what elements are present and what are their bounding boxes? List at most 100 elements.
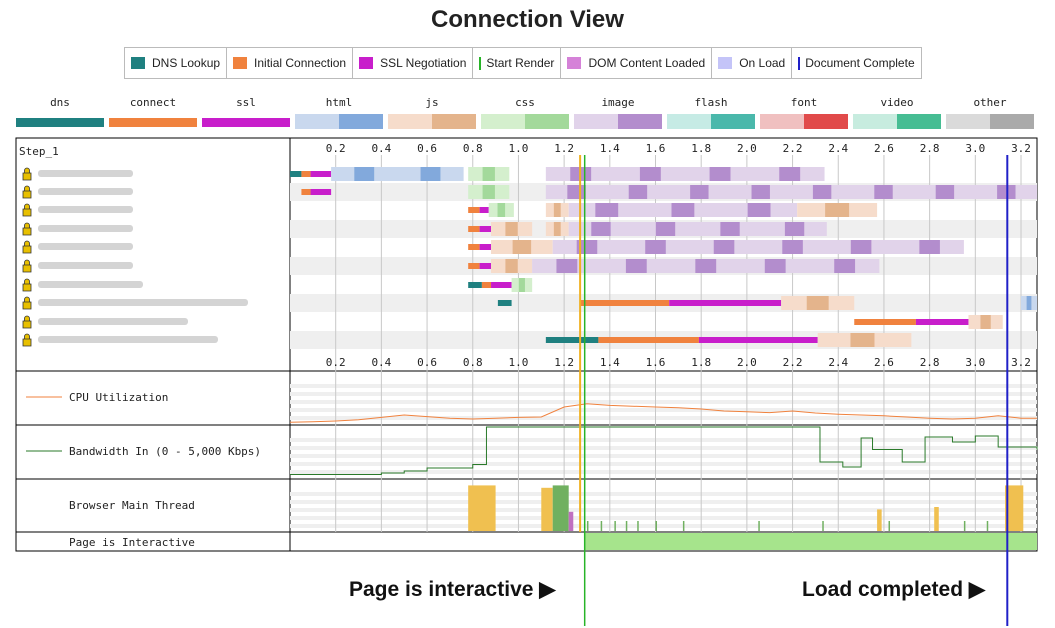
main-thread-bar [568, 511, 574, 531]
x-tick-bottom: 0.8 [463, 356, 483, 369]
bar-dns [468, 282, 482, 288]
main-thread-tick [655, 521, 658, 531]
x-tick-top: 1.2 [554, 142, 574, 155]
cpu-stripe [290, 400, 1037, 404]
bar-ssl [479, 226, 492, 232]
cpu-stripe [290, 384, 1037, 388]
lock-icon [22, 259, 32, 273]
cpu-stripe [290, 408, 1037, 412]
x-tick-bottom: 0.2 [326, 356, 346, 369]
x-tick-bottom: 2.4 [828, 356, 848, 369]
request-url-blurred [38, 281, 143, 288]
request-url-blurred [38, 225, 133, 232]
bar-connect [301, 189, 311, 195]
x-tick-bottom: 3.2 [1011, 356, 1031, 369]
x-tick-top: 2.2 [783, 142, 803, 155]
bw-stripe [290, 462, 1037, 466]
bar-connect [468, 207, 480, 213]
bar-image-download [709, 167, 731, 181]
bar-image-download [655, 222, 676, 236]
bar-image-download [747, 203, 771, 217]
request-url-blurred [38, 336, 218, 343]
bar-css-download [497, 203, 506, 217]
bar-ssl [669, 300, 782, 306]
x-tick-top: 1.8 [691, 142, 711, 155]
bar-image-download [713, 240, 735, 254]
bandwidth-line [290, 426, 1038, 475]
main-thread-tick [600, 521, 603, 531]
bar-js-download [825, 203, 850, 217]
arrow-right-icon: ▶ [968, 578, 986, 601]
main-thread-bar [934, 507, 939, 531]
bar-image [545, 185, 1037, 199]
lock-icon [22, 278, 32, 292]
lock-icon [22, 185, 32, 199]
bar-image-download [874, 185, 893, 199]
x-tick-top: 2.4 [828, 142, 848, 155]
main-thread-tick [637, 521, 639, 531]
bar-image-download [591, 222, 611, 236]
bar-connect [598, 337, 699, 343]
main-thread-tick [682, 521, 685, 531]
x-tick-bottom: 3.0 [965, 356, 985, 369]
interactive-bar [584, 533, 1037, 550]
bar-ssl [479, 263, 492, 269]
lock-icon [22, 296, 32, 310]
bar-image [552, 240, 964, 254]
bar-js-download [505, 259, 518, 273]
x-tick-top: 2.8 [920, 142, 940, 155]
bar-dns [545, 337, 599, 343]
main-thread-bar [541, 487, 553, 531]
bar-image-download [595, 203, 619, 217]
arrow-right-icon: ▶ [539, 578, 556, 601]
main-thread-tick [963, 521, 966, 531]
bar-js-download [553, 222, 561, 236]
thread-stripe [290, 508, 1037, 512]
lock-icon [22, 167, 32, 181]
bar-image-download [695, 259, 717, 273]
bar-html-download [1026, 296, 1032, 310]
bar-connect [854, 319, 916, 325]
x-tick-top: 3.2 [1011, 142, 1031, 155]
x-tick-bottom: 2.0 [737, 356, 757, 369]
bar-js-download [505, 222, 518, 236]
main-thread-bar [877, 509, 882, 531]
thread-stripe [290, 516, 1037, 520]
bar-image-download [834, 259, 856, 273]
bar-image-download [751, 185, 770, 199]
bar-image-download [628, 185, 648, 199]
x-tick-top: 2.6 [874, 142, 894, 155]
bar-ssl [310, 171, 332, 177]
cpu-stripe [290, 392, 1037, 396]
interactive-annotation-text: Page is interactive [349, 578, 534, 601]
bar-js-download [806, 296, 829, 310]
request-url-blurred [38, 299, 248, 306]
waterfall-chart: 0.2 0.2 0.4 0.4 0.6 0.6 0.8 0.8 1.0 1.0 1.2 1.2 1.4 1… [15, 137, 1038, 626]
x-tick-bottom: 2.8 [920, 356, 940, 369]
bar-connect [468, 226, 480, 232]
main-thread-bar [552, 485, 569, 531]
bar-image-download [690, 185, 709, 199]
bar-ssl [698, 337, 818, 343]
bar-html [331, 167, 464, 181]
bar-connect [468, 263, 480, 269]
bar-image-download [782, 240, 803, 254]
x-tick-top: 1.6 [646, 142, 666, 155]
main-thread-label: Browser Main Thread [69, 499, 195, 512]
x-tick-bottom: 1.8 [691, 356, 711, 369]
x-tick-top: 1.0 [509, 142, 529, 155]
main-thread-tick [758, 521, 760, 531]
x-tick-top: 3.0 [965, 142, 985, 155]
interactive-annotation: Page is interactive ▶ [349, 577, 555, 602]
load-annotation-text: Load completed [802, 578, 964, 601]
x-tick-top: 0.4 [371, 142, 391, 155]
bar-js-download [980, 315, 991, 329]
main-thread-bar [468, 485, 496, 531]
lock-icon [22, 315, 32, 329]
main-thread-tick [614, 521, 616, 531]
bar-image-download [625, 259, 647, 273]
bar-image-download [919, 240, 940, 254]
bar-connect [580, 300, 670, 306]
lock-icon [22, 203, 32, 217]
step-label: Step_1 [19, 145, 59, 158]
